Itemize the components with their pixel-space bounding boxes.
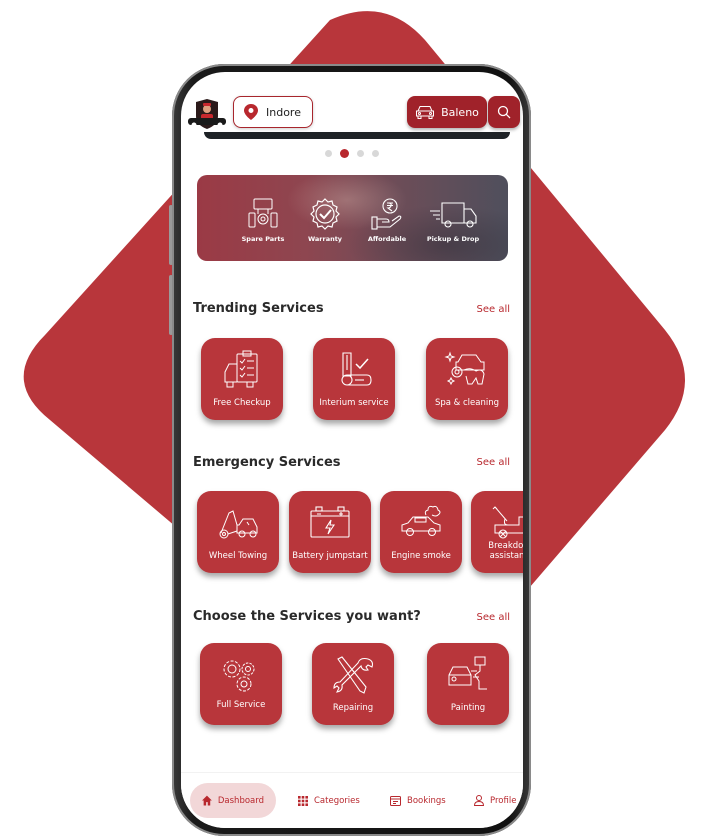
service-label: Interium service bbox=[319, 398, 389, 409]
service-label: Spa & cleaning bbox=[434, 398, 500, 409]
trending-services-row: Free Checkup Interium service Spa & clea… bbox=[181, 338, 523, 428]
breakdown-crane-icon bbox=[492, 506, 523, 539]
car-seat-icon bbox=[341, 352, 372, 386]
engine-smoke-icon bbox=[401, 505, 441, 536]
location-label: Indore bbox=[266, 105, 301, 119]
warranty-badge-icon bbox=[310, 198, 340, 230]
battery-icon bbox=[310, 506, 350, 538]
service-card-full-service[interactable]: Full Service bbox=[200, 643, 282, 725]
promo-label: Warranty bbox=[307, 235, 343, 243]
trending-see-all-link[interactable]: See all bbox=[476, 304, 510, 315]
service-label: Full Service bbox=[216, 700, 266, 711]
promo-item-affordable: Affordable bbox=[361, 197, 413, 243]
nav-label: Bookings bbox=[407, 795, 446, 806]
car-icon bbox=[416, 106, 435, 119]
carousel-dot-active[interactable] bbox=[340, 149, 349, 158]
rupee-hand-icon bbox=[371, 198, 402, 230]
checkup-clipboard-icon bbox=[224, 350, 258, 388]
carousel-dot[interactable] bbox=[325, 150, 332, 157]
emergency-services-title: Emergency Services bbox=[193, 455, 341, 470]
service-label: Repairing bbox=[332, 703, 374, 714]
choose-see-all-link[interactable]: See all bbox=[476, 612, 510, 623]
promo-label: Spare Parts bbox=[241, 235, 285, 243]
delivery-truck-icon bbox=[430, 202, 477, 228]
home-icon bbox=[202, 795, 212, 806]
calendar-icon bbox=[390, 796, 401, 806]
service-card-engine-smoke[interactable]: Engine smoke bbox=[380, 491, 462, 573]
nav-label: Categories bbox=[314, 795, 360, 806]
choose-services-title: Choose the Services you want? bbox=[193, 609, 421, 624]
carousel-dot[interactable] bbox=[357, 150, 364, 157]
search-button[interactable] bbox=[488, 96, 520, 128]
service-card-spa-cleaning[interactable]: Spa & cleaning bbox=[426, 338, 508, 420]
promo-label: Affordable bbox=[367, 235, 407, 243]
carousel-dot[interactable] bbox=[372, 150, 379, 157]
service-card-free-checkup[interactable]: Free Checkup bbox=[201, 338, 283, 420]
nav-profile[interactable]: Profile bbox=[474, 783, 516, 818]
choose-services-row: Full Service Repairing Painting bbox=[181, 643, 523, 733]
carousel-banner-edge bbox=[204, 132, 510, 139]
service-label: Battery jumpstart bbox=[292, 551, 368, 562]
promo-item-spare-parts: Spare Parts bbox=[237, 197, 289, 243]
vehicle-label: Baleno bbox=[441, 105, 479, 119]
service-label: Wheel Towing bbox=[208, 551, 268, 562]
location-selector[interactable]: Indore bbox=[233, 96, 313, 128]
emergency-see-all-link[interactable]: See all bbox=[476, 457, 510, 468]
emergency-services-row: Wheel Towing Battery jumpstart Engine sm… bbox=[181, 491, 523, 581]
nav-label: Profile bbox=[490, 795, 517, 806]
car-wash-icon bbox=[444, 351, 485, 386]
user-icon bbox=[474, 795, 484, 806]
app-header: Indore Baleno bbox=[181, 96, 523, 132]
service-card-breakdown-assistance[interactable]: Breakdown assistance bbox=[471, 491, 523, 573]
nav-categories[interactable]: Categories bbox=[298, 783, 360, 818]
promo-label: Pickup & Drop bbox=[426, 235, 480, 243]
map-pin-icon bbox=[244, 104, 258, 120]
bottom-nav: Dashboard Categories Bookings Profile bbox=[181, 772, 523, 828]
trending-services-title: Trending Services bbox=[193, 301, 324, 316]
spray-paint-icon bbox=[448, 656, 487, 690]
gears-icon bbox=[223, 660, 255, 692]
service-label: Free Checkup bbox=[213, 398, 271, 409]
spare-parts-icon bbox=[248, 198, 278, 228]
service-card-battery-jumpstart[interactable]: Battery jumpstart bbox=[289, 491, 371, 573]
app-screen: Indore Baleno Spare Parts Warranty Affor… bbox=[181, 72, 523, 828]
service-label: Painting bbox=[450, 703, 486, 714]
service-label: Breakdown assistance bbox=[488, 541, 523, 562]
service-card-repairing[interactable]: Repairing bbox=[312, 643, 394, 725]
promo-item-warranty: Warranty bbox=[299, 197, 351, 243]
tow-truck-icon bbox=[219, 510, 258, 539]
nav-bookings[interactable]: Bookings bbox=[390, 783, 446, 818]
nav-dashboard[interactable]: Dashboard bbox=[190, 783, 276, 818]
promo-item-pickup-drop: Pickup & Drop bbox=[423, 197, 483, 243]
search-icon bbox=[497, 105, 511, 119]
vehicle-selector[interactable]: Baleno bbox=[407, 96, 487, 128]
stage: Indore Baleno Spare Parts Warranty Affor… bbox=[0, 0, 701, 839]
wrench-screwdriver-icon bbox=[333, 656, 374, 694]
service-label: Engine smoke bbox=[391, 551, 451, 562]
carousel-dots bbox=[181, 149, 523, 158]
service-card-interium[interactable]: Interium service bbox=[313, 338, 395, 420]
mechanic-logo-icon[interactable] bbox=[188, 98, 226, 130]
service-card-wheel-towing[interactable]: Wheel Towing bbox=[197, 491, 279, 573]
nav-label: Dashboard bbox=[217, 795, 264, 806]
service-card-painting[interactable]: Painting bbox=[427, 643, 509, 725]
grid-icon bbox=[298, 795, 308, 806]
promo-banner[interactable]: Spare Parts Warranty Affordable Pickup &… bbox=[197, 175, 508, 261]
